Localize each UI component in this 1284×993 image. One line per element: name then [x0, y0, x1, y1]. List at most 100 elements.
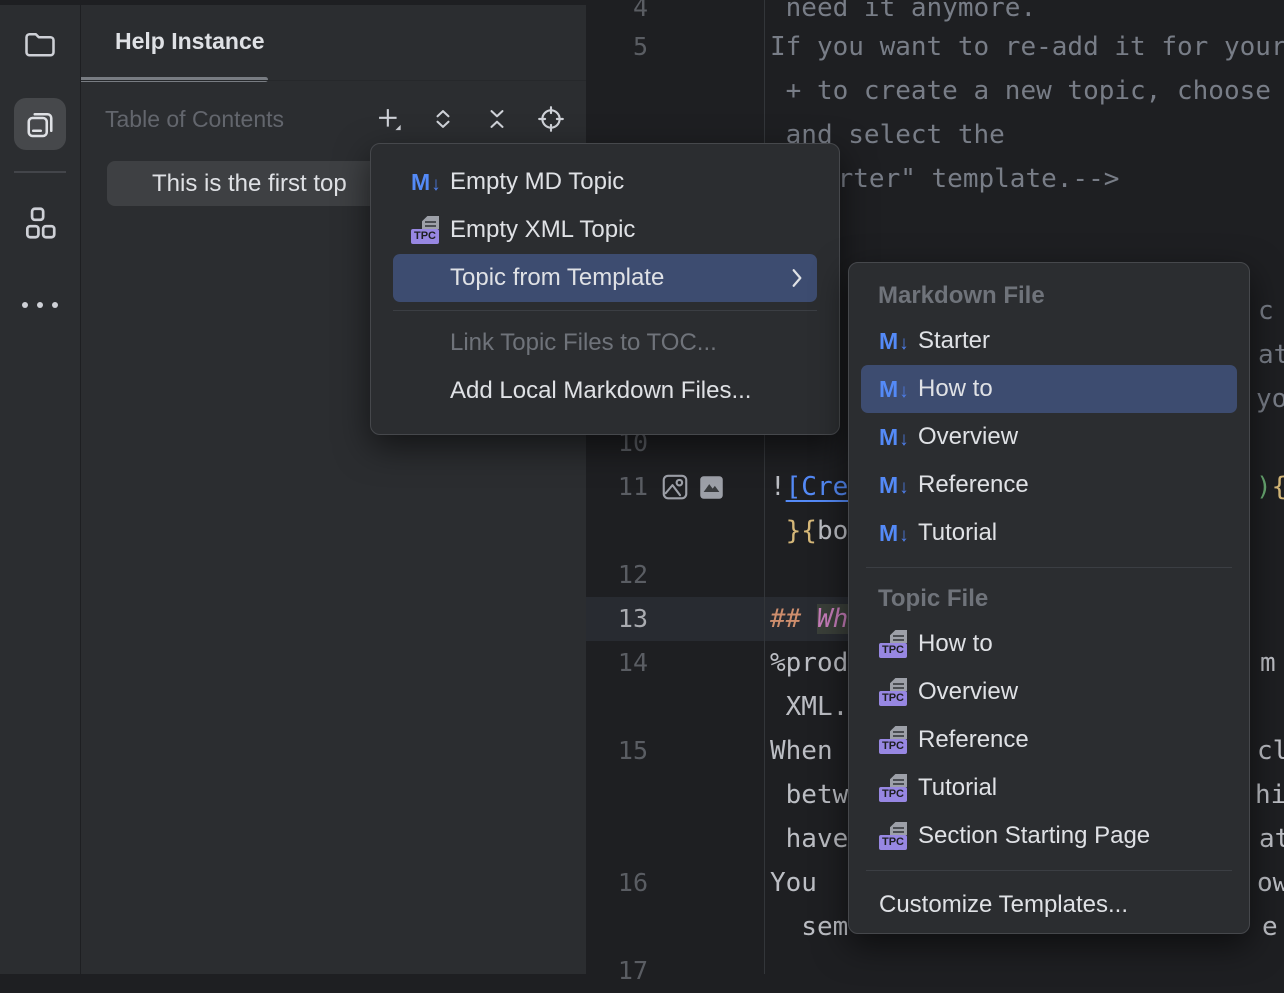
menu-item-label: How to [918, 630, 993, 658]
code-row: + to create a new topic, choose [770, 69, 1284, 113]
code-row: %prod [770, 641, 848, 685]
code-token: you [1256, 384, 1284, 414]
topic-badge-glyph: TPC [879, 739, 907, 754]
window-top-edge [0, 0, 586, 5]
code-row: m [1260, 641, 1276, 685]
code-row: betw [770, 773, 848, 817]
code-row: ![Cre [770, 465, 848, 509]
code-token: + to create a new topic, choose [770, 76, 1284, 106]
markdown-file-icon-slot: M↓ [879, 426, 918, 449]
code-token: %prod [770, 648, 848, 678]
menu-item-reference[interactable]: M↓ Reference [861, 461, 1237, 509]
code-token: e [1262, 912, 1278, 942]
menu-item-how-to[interactable]: M↓How to [861, 365, 1237, 413]
line-number: 16 [586, 861, 648, 905]
markdown-file-icon-slot: M↓ [879, 378, 918, 401]
menu-item-label: Section Starting Page [918, 822, 1150, 850]
add-icon [375, 105, 403, 133]
menu-item-label: Tutorial [918, 774, 997, 802]
sidebar-item-more[interactable] [0, 302, 80, 308]
topic-file-icon: TPC [411, 215, 441, 245]
topic-from-template-submenu: Markdown FileM↓StarterM↓How toM↓Overview… [848, 262, 1250, 934]
menu-item-label: Overview [918, 678, 1018, 706]
code-token: c [1258, 296, 1274, 326]
add-topic-context-menu: M↓Empty MD Topic TPC Empty XML Topic Topic … [370, 143, 840, 435]
menu-item-empty-md-topic[interactable]: M↓Empty MD Topic [393, 158, 817, 206]
panel-title: Help Instance [115, 28, 265, 55]
menu-item-label: Empty MD Topic [450, 168, 624, 196]
menu-item-how-to[interactable]: TPC How to [861, 620, 1237, 668]
topic-file-icon-slot: TPC [879, 725, 918, 755]
folder-icon [22, 26, 58, 62]
menu-item-tutorial[interactable]: TPC Tutorial [861, 764, 1237, 812]
expand-all-button[interactable] [427, 103, 458, 134]
menu-item-topic-from-template[interactable]: Topic from Template [393, 254, 817, 302]
code-row: at [1258, 333, 1284, 377]
copy-pages-icon [22, 106, 58, 142]
menu-item-label: Starter [918, 327, 990, 355]
menu-item-tutorial[interactable]: M↓Tutorial [861, 509, 1237, 557]
menu-item-overview[interactable]: M↓Overview [861, 413, 1237, 461]
code-row: sem [770, 905, 848, 949]
sidebar-item-toc[interactable] [14, 98, 66, 150]
gutter-image-icons[interactable] [660, 465, 725, 509]
topic-file-icon: TPC [879, 629, 909, 659]
code-token: his [1255, 780, 1284, 810]
structure-icon [21, 204, 59, 242]
markdown-file-icon: M↓ [879, 522, 909, 545]
image-filled-icon[interactable] [698, 474, 725, 501]
code-token: bo [817, 516, 848, 546]
menu-item-customize-templates[interactable]: Customize Templates... [861, 881, 1237, 929]
code-row: cl [1257, 729, 1284, 773]
code-row: have [770, 817, 848, 861]
toc-header-label: Table of Contents [105, 106, 284, 133]
topic-page-glyph [890, 726, 907, 739]
code-token: ow [1257, 868, 1284, 898]
line-number: 14 [586, 641, 648, 685]
markdown-file-icon: M↓ [879, 378, 909, 401]
topic-file-icon: TPC [879, 773, 909, 803]
menu-item-add-local-markdown-files[interactable]: Add Local Markdown Files... [393, 367, 817, 415]
markdown-file-icon-slot: M↓ [879, 522, 918, 545]
code-row: ow [1257, 861, 1284, 905]
code-token: m [1260, 648, 1276, 678]
markdown-file-icon: M↓ [879, 474, 909, 497]
menu-item-label: Reference [918, 471, 1029, 499]
topic-page-glyph [890, 774, 907, 787]
markdown-file-icon: M↓ [879, 330, 909, 353]
code-token: When [770, 736, 833, 766]
menu-separator [866, 567, 1232, 568]
code-token: need it anymore. [770, 0, 1036, 23]
menu-item-label: Add Local Markdown Files... [450, 377, 751, 405]
code-row: you [1256, 377, 1284, 421]
menu-item-section-starting-page[interactable]: TPCSection Starting Page [861, 812, 1237, 860]
topic-page-glyph [422, 216, 439, 229]
code-row: }{bo [770, 509, 848, 553]
collapse-all-button[interactable] [481, 103, 512, 134]
code-token: { [1272, 472, 1284, 502]
topic-badge-glyph: TPC [879, 643, 907, 658]
image-outline-icon[interactable] [660, 472, 690, 502]
menu-item-link-topic-files-to-toc[interactable]: Link Topic Files to TOC... [393, 319, 817, 367]
code-row: c [1258, 289, 1274, 333]
sidebar-item-structure[interactable] [0, 204, 80, 242]
topic-badge-glyph: TPC [879, 691, 907, 706]
code-token: at [1258, 340, 1284, 370]
code-token: sem [770, 912, 848, 942]
menu-item-label: Empty XML Topic [450, 216, 635, 244]
menu-item-reference[interactable]: TPCReference [861, 716, 1237, 764]
locate-button[interactable] [535, 103, 566, 134]
menu-item-label: Topic from Template [450, 264, 664, 292]
add-topic-button[interactable] [373, 103, 404, 134]
code-row: e [1262, 905, 1278, 949]
topic-file-icon-slot: TPC [411, 215, 450, 245]
code-row: You [770, 861, 817, 905]
code-row: ## Wh [770, 597, 848, 641]
sidebar-item-project[interactable] [0, 26, 80, 62]
menu-item-starter[interactable]: M↓ Starter [861, 317, 1237, 365]
menu-item-empty-xml-topic[interactable]: TPC Empty XML Topic [393, 206, 817, 254]
menu-item-overview[interactable]: TPC Overview [861, 668, 1237, 716]
line-number: 13 [586, 597, 648, 641]
topic-file-icon: TPC [879, 725, 909, 755]
code-token: cl [1257, 736, 1284, 766]
